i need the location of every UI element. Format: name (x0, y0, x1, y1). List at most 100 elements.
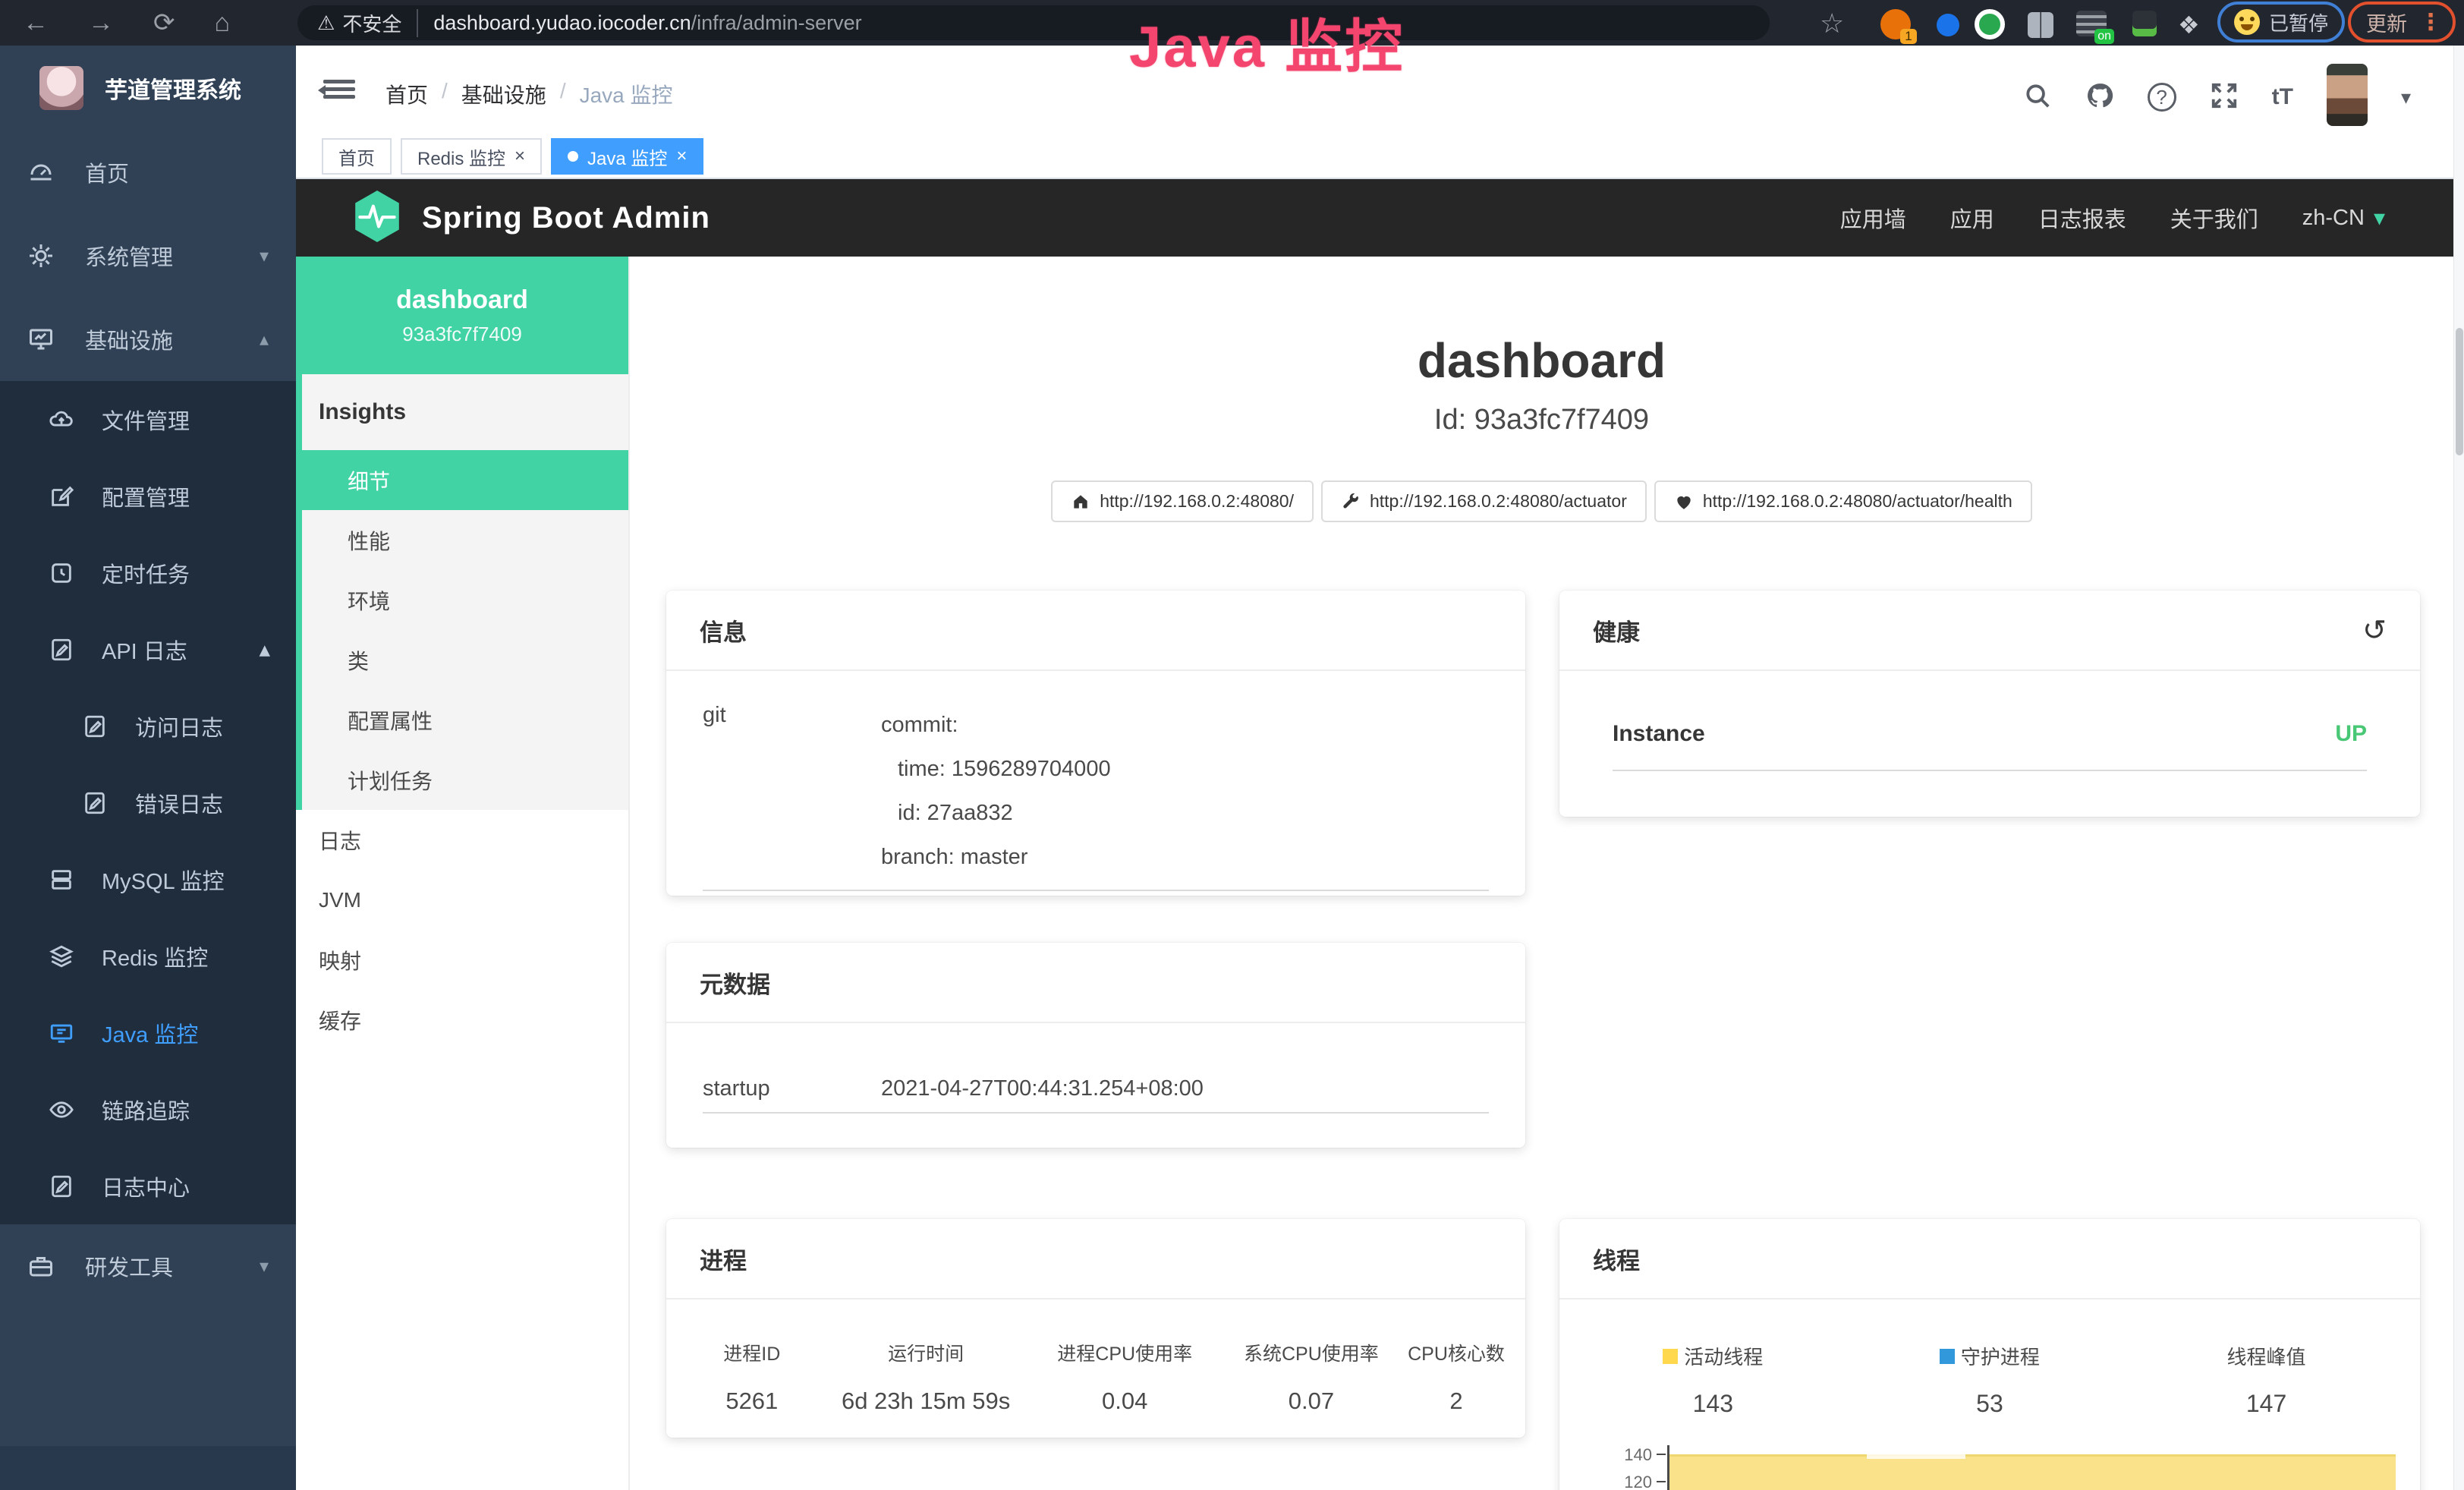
instance-links-row: http://192.168.0.2:48080/ http://192.168… (630, 480, 2453, 522)
y-tick-120: 120 (1597, 1473, 1652, 1490)
bookmark-star-icon[interactable] (1820, 8, 1844, 39)
sidebar-item-home[interactable]: 首页 (0, 131, 296, 214)
text-size-icon[interactable]: tT (2272, 84, 2293, 110)
extension-badge: 1 (1900, 29, 1917, 44)
breadcrumb-separator: / (560, 79, 566, 109)
sidebar-collapse-icon[interactable] (323, 76, 355, 103)
sidebar-item-label: Redis 监控 (102, 940, 208, 972)
tab-home[interactable]: 首页 (322, 138, 392, 175)
sba-menu-classes[interactable]: 类 (302, 630, 628, 690)
app-logo-image (39, 66, 83, 110)
edit-square-icon (49, 484, 74, 509)
insights-section-label: Insights (302, 374, 628, 450)
layers-icon (49, 943, 74, 969)
sba-instance-header: dashboard 93a3fc7f7409 (296, 257, 628, 374)
sba-menu-metrics[interactable]: 性能 (302, 510, 628, 570)
help-icon[interactable]: ? (2148, 83, 2176, 112)
sidebar-item-redis-monitor[interactable]: Redis 监控 (0, 918, 296, 994)
sba-menu-scheduled-tasks[interactable]: 计划任务 (302, 750, 628, 810)
daemon-threads-value: 53 (1852, 1390, 2129, 1418)
sidebar-item-label: 配置管理 (102, 480, 190, 512)
sidebar-item-access-logs[interactable]: 访问日志 (0, 688, 296, 764)
sba-brand-title[interactable]: Spring Boot Admin (422, 201, 710, 235)
close-icon[interactable] (515, 146, 525, 167)
app-logo-row[interactable]: 芋道管理系统 (0, 46, 296, 131)
divider (1613, 770, 2367, 771)
extension-icon-orange[interactable]: 1 (1880, 9, 1911, 39)
log-edit-icon (49, 1173, 74, 1199)
info-value: commit: time: 1596289704000 id: 27aa832 … (881, 703, 1489, 879)
history-icon[interactable] (2362, 613, 2387, 647)
extension-icon-grid[interactable] (2028, 12, 2053, 38)
sba-menu-mappings[interactable]: 映射 (296, 930, 628, 990)
sidebar-item-scheduled-jobs[interactable]: 定时任务 (0, 534, 296, 611)
actuator-url-button[interactable]: http://192.168.0.2:48080/actuator (1321, 480, 1647, 522)
paused-extension-pill[interactable]: 已暂停 (2217, 2, 2345, 43)
breadcrumb-home[interactable]: 首页 (385, 79, 428, 109)
user-avatar[interactable] (2327, 64, 2368, 126)
sba-menu-config-props[interactable]: 配置属性 (302, 690, 628, 750)
sba-menu-logging[interactable]: 日志 (296, 810, 628, 870)
browser-menu-kebab-icon[interactable] (2419, 9, 2442, 36)
sidebar-item-label: API 日志 (102, 634, 187, 666)
tab-redis-monitor[interactable]: Redis 监控 (401, 138, 542, 175)
briefcase-icon (27, 1252, 55, 1280)
browser-forward-icon[interactable] (88, 8, 114, 38)
sba-menu-details[interactable]: 细节 (296, 450, 628, 510)
extension-icon-green-circle[interactable] (1975, 9, 2005, 39)
sidebar-item-java-monitor[interactable]: Java 监控 (0, 994, 296, 1071)
service-url-button[interactable]: http://192.168.0.2:48080/ (1051, 480, 1314, 522)
sidebar-item-config-mgmt[interactable]: 配置管理 (0, 458, 296, 534)
tab-java-monitor[interactable]: Java 监控 (551, 138, 703, 175)
dashboard-gauge-icon (27, 159, 55, 186)
sidebar-item-infra[interactable]: 基础设施 (0, 298, 296, 381)
sidebar-footer-strip (0, 1446, 296, 1490)
breadcrumb-current: Java 监控 (580, 79, 673, 109)
extensions-puzzle-icon[interactable] (2178, 11, 2205, 38)
sba-nav-wallboard[interactable]: 应用墙 (1840, 202, 1906, 234)
sidebar-item-mysql-monitor[interactable]: MySQL 监控 (0, 841, 296, 918)
sidebar-item-dev-tools[interactable]: 研发工具 (0, 1224, 296, 1308)
sidebar-item-error-logs[interactable]: 错误日志 (0, 764, 296, 841)
sidebar-item-system[interactable]: 系统管理 (0, 214, 296, 298)
chevron-up-icon (259, 636, 270, 663)
sidebar-item-label: Java 监控 (102, 1017, 198, 1049)
fullscreen-icon[interactable] (2210, 81, 2239, 114)
sidebar-item-file-mgmt[interactable]: 文件管理 (0, 381, 296, 458)
info-key: git (703, 703, 881, 879)
smiley-face-icon (2234, 9, 2260, 35)
health-url-button[interactable]: http://192.168.0.2:48080/actuator/health (1654, 480, 2032, 522)
sba-menu-jvm[interactable]: JVM (296, 870, 628, 930)
search-icon[interactable] (2023, 81, 2052, 114)
extension-on-badge: on (2094, 29, 2114, 44)
close-icon[interactable] (676, 146, 687, 167)
github-icon[interactable] (2085, 81, 2114, 114)
sidebar-item-tracing[interactable]: 链路追踪 (0, 1071, 296, 1148)
browser-back-icon[interactable] (23, 8, 49, 38)
browser-reload-icon[interactable] (153, 8, 175, 38)
sba-nav-applications[interactable]: 应用 (1950, 202, 1994, 234)
paused-label: 已暂停 (2269, 8, 2328, 36)
extension-icon-tabs[interactable]: on (2076, 11, 2107, 36)
browser-home-icon[interactable] (215, 8, 231, 38)
sba-menu-environment[interactable]: 环境 (302, 570, 628, 630)
sidebar-item-api-logs[interactable]: API 日志 (0, 611, 296, 688)
sba-language-select[interactable]: zh-CN (2302, 205, 2385, 232)
sba-nav-about[interactable]: 关于我们 (2170, 202, 2258, 234)
screenshot-root: 不安全 dashboard.yudao.iocoder.cn/infra/adm… (0, 0, 2464, 1490)
browser-update-button[interactable]: 更新 (2348, 2, 2456, 43)
extension-icon-blue-pin[interactable] (1937, 14, 1959, 36)
page-scrollbar[interactable] (2453, 46, 2464, 1490)
address-bar[interactable]: 不安全 dashboard.yudao.iocoder.cn/infra/adm… (297, 5, 1770, 40)
gear-icon (27, 242, 55, 269)
sba-menu-caches[interactable]: 缓存 (296, 990, 628, 1050)
sidebar-item-log-center[interactable]: 日志中心 (0, 1148, 296, 1224)
sba-nav-journal[interactable]: 日志报表 (2038, 202, 2126, 234)
sba-header-bar: Spring Boot Admin 应用墙 应用 日志报表 关于我们 zh-CN (296, 179, 2464, 257)
breadcrumb-infra[interactable]: 基础设施 (461, 79, 546, 109)
health-url-label: http://192.168.0.2:48080/actuator/health (1703, 491, 2012, 512)
peak-threads-value: 147 (2128, 1390, 2405, 1418)
user-menu-caret-icon[interactable] (2401, 86, 2411, 109)
scrollbar-thumb[interactable] (2456, 328, 2463, 455)
extension-icon-green-plant[interactable] (2132, 11, 2157, 36)
